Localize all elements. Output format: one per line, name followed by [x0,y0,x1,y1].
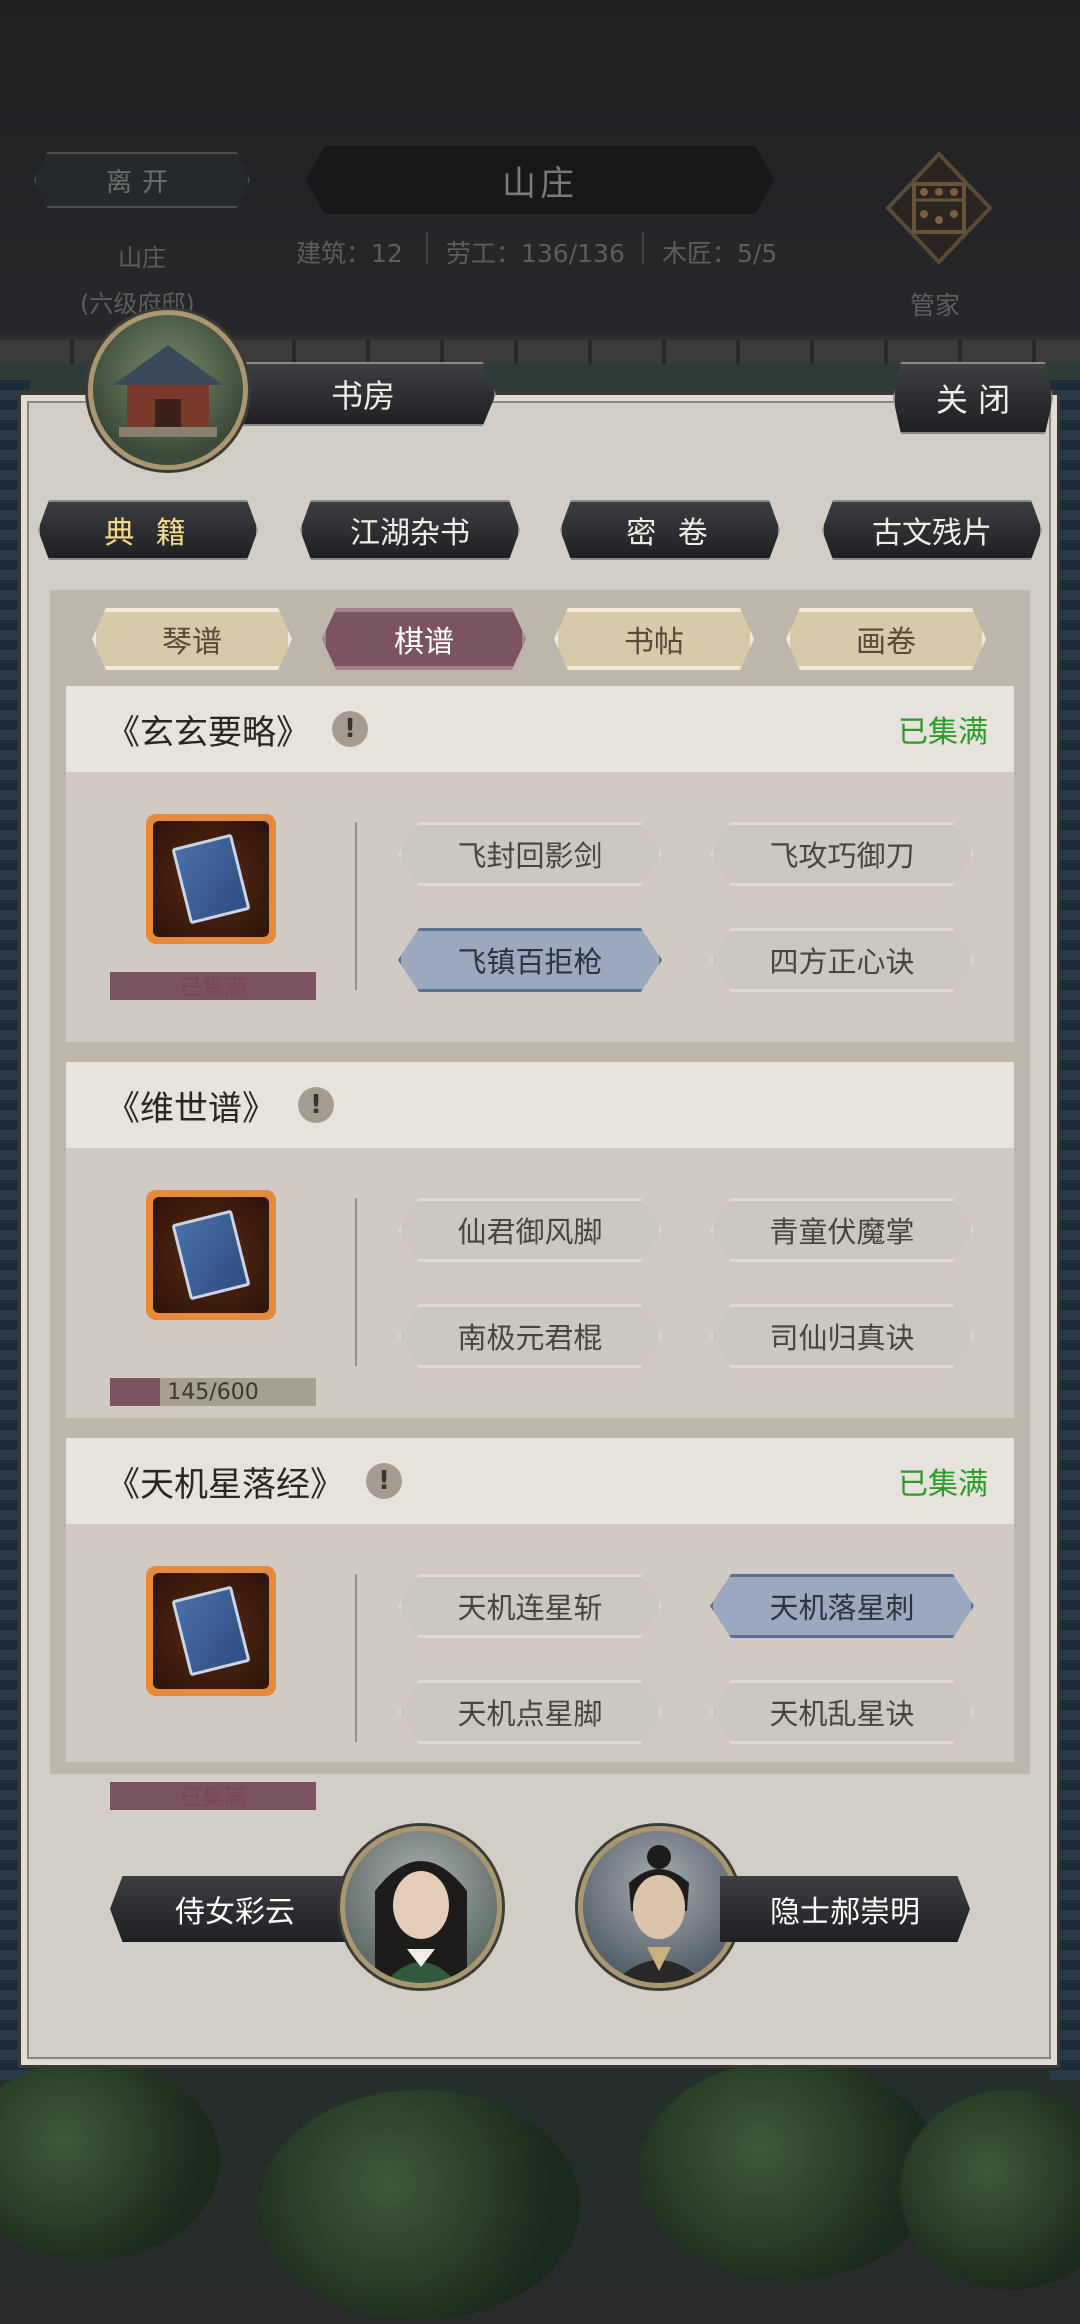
divider [355,1198,357,1366]
building-name: 书房 [230,362,496,426]
divider [355,1574,357,1742]
info-icon[interactable]: ! [332,711,368,747]
book-icon[interactable] [146,1190,276,1320]
subtab-calligraphy[interactable]: 书帖 [554,608,754,670]
skill-item[interactable]: 青童伏魔掌 [710,1198,974,1262]
book-progress-bar: 已集满 [110,1782,316,1810]
book-icon[interactable] [146,814,276,944]
npc-portrait-hermit[interactable] [578,1826,740,1988]
skill-item[interactable]: 天机连星斩 [398,1574,662,1638]
book-progress-bar: 已集满 [110,972,316,1000]
book-title: 《维世谱》 [106,1088,276,1129]
book-header: 《玄玄要略》 ! 已集满 [66,686,1014,772]
location-name: 山庄 [118,244,166,272]
skill-item[interactable]: 仙君御风脚 [398,1198,662,1262]
abacus-icon[interactable] [884,150,994,266]
progress-text: 已集满 [179,976,246,1000]
skill-item[interactable]: 天机乱星诀 [710,1680,974,1744]
divider [426,232,428,264]
building-count: 建筑：12 [296,239,403,268]
tab-jianghu-books[interactable]: 江湖杂书 [300,500,520,560]
skill-item[interactable]: 天机落星刺 [710,1574,974,1638]
npc-name-tag[interactable]: 隐士郝崇明 [720,1876,970,1942]
skill-item[interactable]: 四方正心诀 [710,928,974,992]
labor-count: 劳工：136/136 [446,239,625,268]
close-button[interactable]: 关 闭 [893,362,1053,434]
info-icon[interactable]: ! [298,1087,334,1123]
leave-button[interactable]: 离开 [34,152,250,208]
npc-portrait-maid[interactable] [340,1826,502,1988]
progress-text: 已集满 [179,1786,246,1810]
manager-label[interactable]: 管家 [910,286,960,322]
info-icon[interactable]: ! [366,1463,402,1499]
skill-item[interactable]: 飞攻巧御刀 [710,822,974,886]
subtab-paintings[interactable]: 画卷 [786,608,986,670]
subtab-qin-scores[interactable]: 琴谱 [92,608,292,670]
building-icon [88,310,248,470]
skill-item[interactable]: 飞封回影剑 [398,822,662,886]
book-title: 《天机星落经》 [106,1464,344,1505]
skill-item[interactable]: 飞镇百拒枪 [398,928,662,992]
book-title: 《玄玄要略》 [106,712,310,753]
book-icon[interactable] [146,1566,276,1696]
npc-name-tag[interactable]: 侍女彩云 [110,1876,360,1942]
skill-item[interactable]: 南极元君棍 [398,1304,662,1368]
book-progress-bar: 145/600 [110,1378,316,1406]
carpenter-count: 木匠：5/5 [662,239,778,268]
tab-classics[interactable]: 典 籍 [38,500,258,560]
skill-item[interactable]: 司仙归真诀 [710,1304,974,1368]
divider [642,232,644,264]
tab-ancient-fragments[interactable]: 古文残片 [822,500,1042,560]
collected-status: 已集满 [898,715,988,750]
book-header: 《维世谱》 ! [66,1062,1014,1148]
bush [260,2090,580,2320]
tab-secret-scrolls[interactable]: 密 卷 [560,500,780,560]
progress-text: 145/600 [167,1379,259,1405]
collected-status: 已集满 [898,1467,988,1502]
divider [355,822,357,990]
bush [900,2090,1080,2290]
bush [0,2060,220,2260]
bush [640,2060,940,2280]
skill-item[interactable]: 天机点星脚 [398,1680,662,1744]
page-title: 山庄 [306,146,774,214]
book-header: 《天机星落经》 ! 已集满 [66,1438,1014,1524]
subtab-chess-manuals[interactable]: 棋谱 [322,608,526,670]
